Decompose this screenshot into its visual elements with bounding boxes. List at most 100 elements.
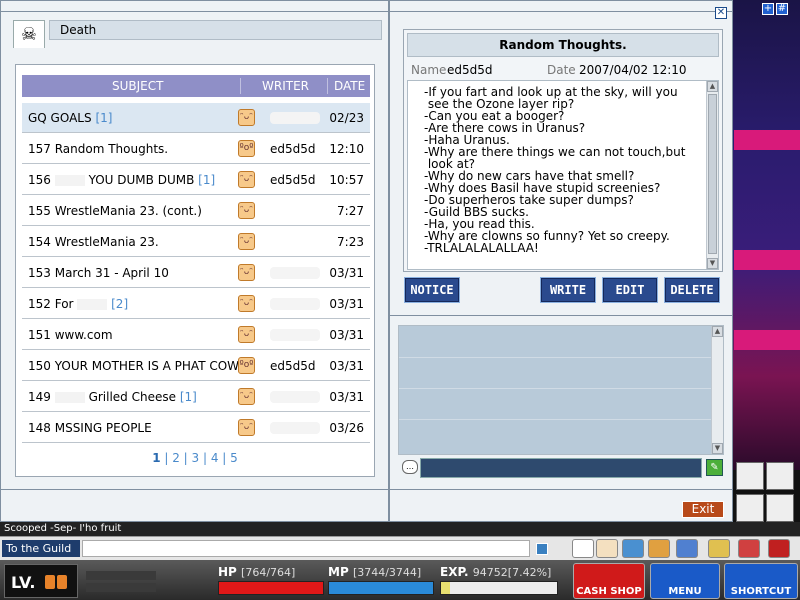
redacted-writer [270, 422, 320, 434]
table-row[interactable]: 152 For [2] ᵔᴗᵔ 03/31 [22, 289, 370, 319]
menu-button[interactable]: MENU [650, 563, 720, 599]
mp-label: MP [3744/3744] [328, 565, 422, 579]
row-subject: GQ GOALS [28, 111, 92, 125]
post-title: Random Thoughts. [407, 33, 719, 57]
chat-toggle-icon[interactable] [536, 543, 548, 555]
table-row[interactable]: 154 WrestleMania 23. ᵔᴗᵔ 7:23 [22, 227, 370, 257]
guild-name: Death [49, 20, 382, 40]
hp-label: HP [764/764] [218, 565, 296, 579]
row-date: 03/26 [329, 421, 364, 435]
item-icon[interactable] [736, 494, 764, 522]
table-row[interactable]: 153 March 31 - April 10 ᵔᴗᵔ 03/31 [22, 258, 370, 288]
scroll-down-icon[interactable]: ▼ [712, 443, 723, 454]
page-link[interactable]: 3 [192, 451, 200, 465]
page-link[interactable]: 4 [211, 451, 219, 465]
redacted-writer [270, 267, 320, 279]
row-writer: ed5d5d [270, 142, 316, 156]
list-header: SUBJECT WRITER DATE [22, 75, 370, 97]
level-digits [45, 575, 67, 589]
grid-icon[interactable]: # [776, 3, 788, 15]
table-row[interactable]: 150 YOUR MOTHER IS A PHAT COW [ ºoº ed5d… [22, 351, 370, 381]
redacted-writer [270, 391, 320, 403]
avatar-face-icon: ᵔᴗᵔ [238, 202, 255, 219]
row-date: 7:27 [337, 204, 364, 218]
arrow-down-icon[interactable] [768, 539, 790, 558]
scroll-thumb[interactable] [708, 94, 717, 254]
blank-icon[interactable] [572, 539, 594, 558]
column-date: DATE [334, 79, 366, 93]
column-writer: WRITER [262, 79, 309, 93]
table-row[interactable]: GQ GOALS [1] ᵔᴗᵔ 02/23 [22, 103, 370, 133]
post-view-panel: ✕ Random Thoughts. Name ed5d5d Date 2007… [389, 0, 733, 522]
avatar-face-icon: ᵔᴗᵔ [238, 233, 255, 250]
quest-icon[interactable] [766, 494, 794, 522]
chat-target-select[interactable]: To the Guild [2, 540, 80, 557]
row-subject: 149 [28, 390, 51, 404]
table-row[interactable]: 149 Grilled Cheese [1] ᵔᴗᵔ 03/31 [22, 382, 370, 412]
avatar-face-icon: ºoº [238, 140, 255, 157]
row-subject: 154 WrestleMania 23. [28, 235, 159, 249]
delete-button[interactable]: DELETE [664, 277, 720, 303]
shortcut-button[interactable]: SHORTCUT [724, 563, 798, 599]
pencil-icon[interactable]: ✎ [706, 459, 723, 476]
skill-icon[interactable] [736, 462, 764, 490]
table-row[interactable]: 157 Random Thoughts. ºoº ed5d5d 12:10 [22, 134, 370, 164]
write-button[interactable]: WRITE [540, 277, 596, 303]
post-meta: Name ed5d5d Date 2007/04/02 12:10 [407, 62, 719, 78]
mp-value: [3744/3744] [352, 566, 422, 579]
mp-gauge [328, 581, 434, 595]
inventory-icon[interactable] [648, 539, 670, 558]
row-comment-count: [2] [111, 297, 129, 311]
exit-button[interactable]: Exit [682, 501, 724, 518]
table-row[interactable]: 151 www.com ᵔᴗᵔ 03/31 [22, 320, 370, 350]
equip-icon[interactable] [622, 539, 644, 558]
table-row[interactable]: 148 MSSING PEOPLE ᵔᴗᵔ 03/26 [22, 413, 370, 443]
row-comment-count: [1] [198, 173, 216, 187]
stats-icon[interactable] [676, 539, 698, 558]
chat-input[interactable] [82, 540, 530, 557]
table-row[interactable]: 156 YOU DUMB DUMB [1] ᵔᴗᵔ ed5d5d 10:57 [22, 165, 370, 195]
avatar-face-icon: ᵔᴗᵔ [238, 109, 255, 126]
pagination: 1 | 2 | 3 | 4 | 5 [152, 451, 238, 465]
post-scrollbar[interactable]: ▲ ▼ [706, 81, 718, 269]
scroll-down-icon[interactable]: ▼ [707, 258, 718, 269]
close-icon[interactable]: ✕ [715, 7, 727, 19]
table-row[interactable]: 155 WrestleMania 23. (cont.) ᵔᴗᵔ 7:27 [22, 196, 370, 226]
emote-icon[interactable] [596, 539, 618, 558]
page-current[interactable]: 1 [152, 451, 160, 465]
comment-input[interactable] [420, 458, 702, 478]
notice-button[interactable]: NOTICE [404, 277, 460, 303]
plus-icon[interactable]: + [762, 3, 774, 15]
character-info [82, 568, 202, 596]
row-date: 03/31 [329, 266, 364, 280]
row-subject: 155 WrestleMania 23. (cont.) [28, 204, 202, 218]
row-comment-count: [1] [179, 390, 197, 404]
row-subject: 157 Random Thoughts. [28, 142, 169, 156]
row-date: 02/23 [329, 111, 364, 125]
page-link[interactable]: 5 [230, 451, 238, 465]
edit-button[interactable]: EDIT [602, 277, 658, 303]
level-label: LV. [11, 573, 36, 592]
redacted-writer [270, 112, 320, 124]
keyboard-icon[interactable] [738, 539, 760, 558]
row-date: 10:57 [329, 173, 364, 187]
name-label: Name [411, 63, 447, 77]
chat-bar: To the Guild [0, 536, 800, 560]
redacted-text [54, 175, 85, 186]
redacted-text [54, 392, 85, 403]
pet-icon[interactable] [766, 462, 794, 490]
comment-scrollbar[interactable]: ▲ ▼ [711, 326, 723, 454]
date-label: Date [547, 63, 576, 77]
post-author: ed5d5d [447, 63, 493, 77]
level-box: LV. [4, 564, 78, 598]
row-subject: 148 MSSING PEOPLE [28, 421, 152, 435]
game-background [730, 0, 800, 470]
skill-book-icon[interactable] [708, 539, 730, 558]
cash-shop-button[interactable]: CASH SHOP [573, 563, 645, 599]
scroll-up-icon[interactable]: ▲ [712, 326, 723, 337]
page-link[interactable]: 2 [172, 451, 180, 465]
redacted-writer [270, 329, 320, 341]
scroll-up-icon[interactable]: ▲ [707, 81, 718, 92]
avatar-face-icon: ºoº [238, 357, 255, 374]
hp-gauge [218, 581, 324, 595]
